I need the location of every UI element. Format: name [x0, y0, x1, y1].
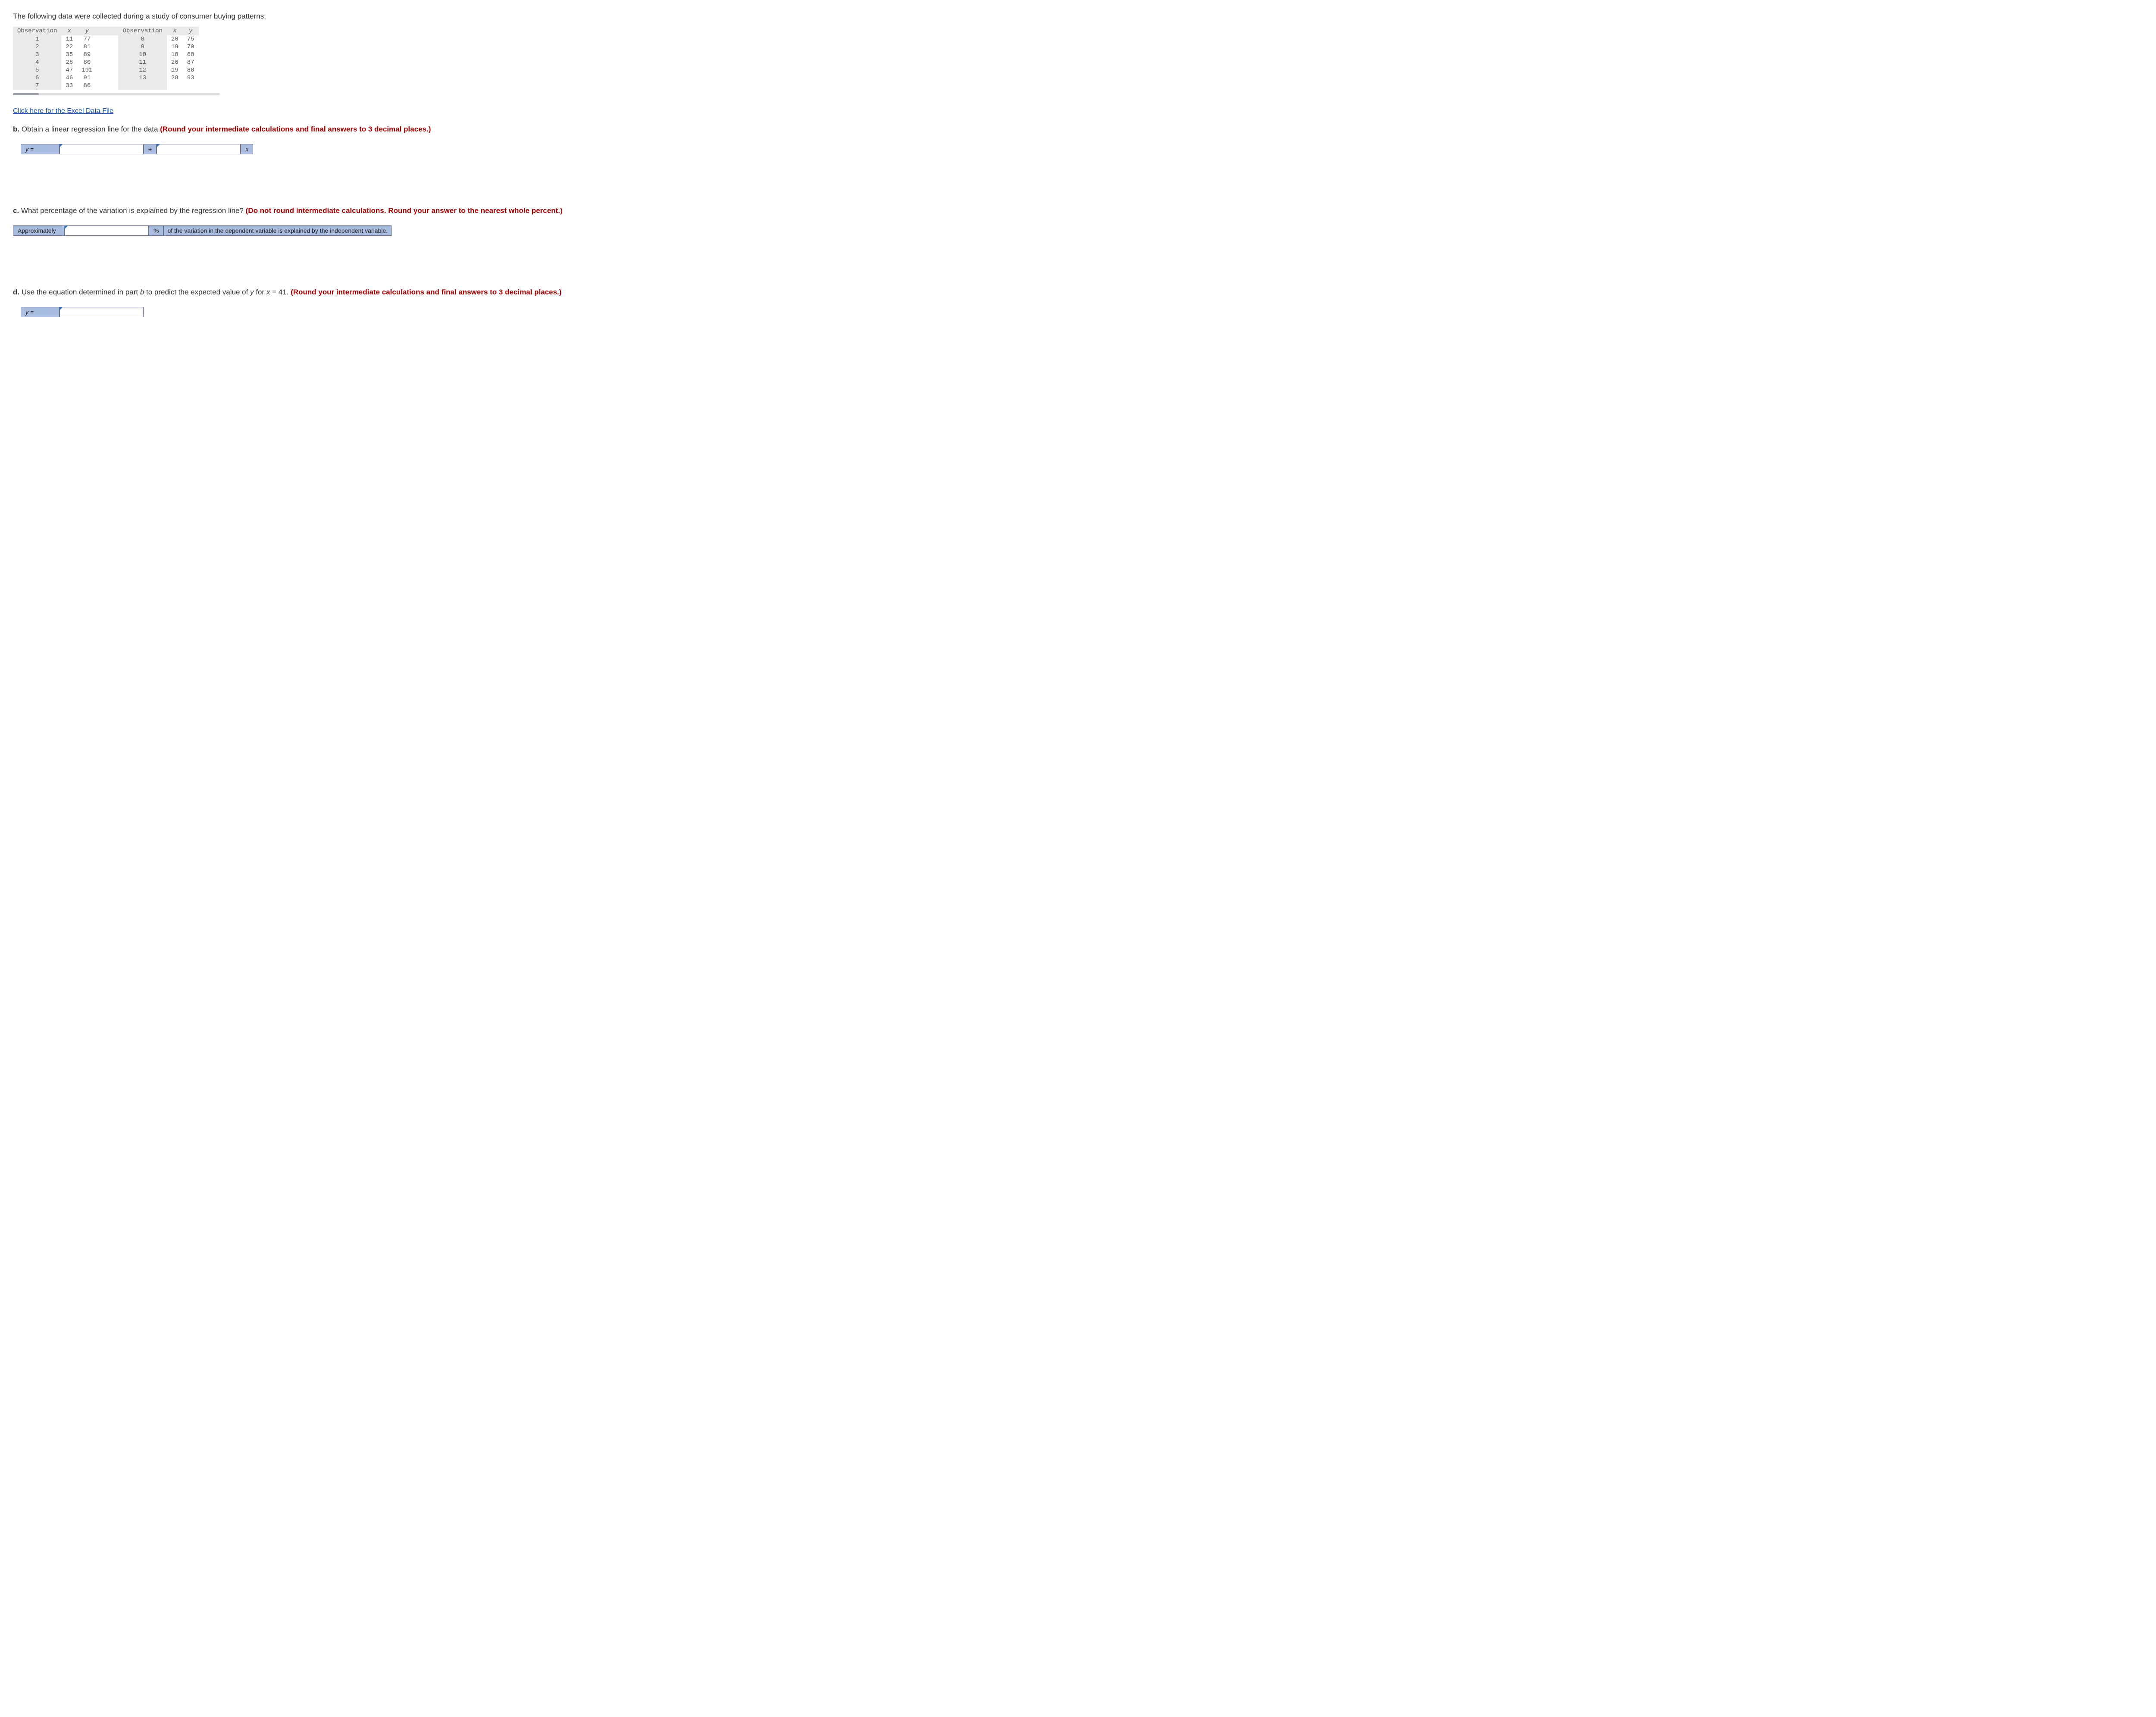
table-row: 1117782075 [13, 35, 199, 43]
obs-cell: 9 [118, 43, 166, 51]
col-header-obs-left: Observation [13, 27, 61, 35]
variation-explanation-text: of the variation in the dependent variab… [163, 225, 392, 236]
x-cell: 26 [167, 59, 183, 66]
y-cell: 93 [183, 74, 199, 82]
obs-cell [118, 82, 166, 90]
obs-cell: 3 [13, 51, 61, 59]
y-cell: 81 [77, 43, 97, 51]
part-c-answer-row: Approximately % of the variation in the … [13, 225, 2143, 236]
obs-cell: 12 [118, 66, 166, 74]
y-cell: 77 [77, 35, 97, 43]
col-header-obs-right: Observation [118, 27, 166, 35]
obs-cell: 7 [13, 82, 61, 90]
part-c-label: c. [13, 206, 19, 215]
percent-input-wrapper[interactable] [65, 225, 149, 236]
input-marker-icon [60, 144, 63, 147]
obs-cell: 11 [118, 59, 166, 66]
intercept-input[interactable] [60, 144, 143, 154]
table-row: 73386 [13, 82, 199, 90]
x-cell: 28 [61, 59, 77, 66]
part-d-question: d. Use the equation determined in part b… [13, 288, 2143, 297]
part-b-instruction: (Round your intermediate calculations an… [160, 125, 431, 133]
x-cell: 19 [167, 43, 183, 51]
y-cell: 86 [77, 82, 97, 90]
col-header-y-right: y [183, 27, 199, 35]
y-equals-label-d: y = [21, 307, 60, 317]
y-cell: 80 [77, 59, 97, 66]
predicted-y-input[interactable] [60, 307, 143, 317]
input-marker-icon [65, 225, 68, 229]
table-row: 42880 112687 [13, 59, 199, 66]
y-cell: 68 [183, 51, 199, 59]
part-b-label: b. [13, 125, 19, 133]
part-c-instruction: (Do not round intermediate calculations.… [246, 206, 563, 215]
obs-cell: 13 [118, 74, 166, 82]
approximately-label: Approximately [13, 225, 65, 236]
col-header-x-right: x [167, 27, 183, 35]
y-cell: 89 [77, 51, 97, 59]
y-cell: 88 [183, 66, 199, 74]
obs-cell: 5 [13, 66, 61, 74]
plus-label: + [144, 144, 157, 154]
input-marker-icon [157, 144, 160, 147]
y-cell: 91 [77, 74, 97, 82]
excel-data-file-link[interactable]: Click here for the Excel Data File [13, 107, 113, 115]
x-cell [167, 82, 183, 90]
y-cell [183, 82, 199, 90]
x-cell: 11 [61, 35, 77, 43]
obs-cell: 4 [13, 59, 61, 66]
observation-table: Observation x y Observation x y 11177820… [13, 27, 199, 90]
y-cell: 75 [183, 35, 199, 43]
slope-input[interactable] [157, 144, 240, 154]
part-d-label: d. [13, 288, 19, 296]
obs-cell: 8 [118, 35, 166, 43]
col-header-y-left: y [77, 27, 97, 35]
table-row: 64691 132893 [13, 74, 199, 82]
obs-cell: 2 [13, 43, 61, 51]
part-b-answer-row: y = + x [13, 144, 2143, 154]
part-d-instruction: (Round your intermediate calculations an… [291, 288, 561, 296]
x-label: x [241, 144, 253, 154]
x-cell: 35 [61, 51, 77, 59]
table-row: 33589 101868 [13, 51, 199, 59]
x-cell: 19 [167, 66, 183, 74]
x-cell: 20 [167, 35, 183, 43]
x-cell: 22 [61, 43, 77, 51]
col-header-x-left: x [61, 27, 77, 35]
table-scrollbar[interactable] [13, 93, 220, 95]
percent-sign-label: % [149, 225, 163, 236]
y-equals-label: y = [21, 144, 60, 154]
intercept-input-wrapper[interactable] [60, 144, 144, 154]
y-cell: 87 [183, 59, 199, 66]
predicted-y-input-wrapper[interactable] [60, 307, 144, 317]
obs-cell: 10 [118, 51, 166, 59]
obs-cell: 6 [13, 74, 61, 82]
part-d-answer-row: y = [13, 307, 2143, 317]
obs-cell: 1 [13, 35, 61, 43]
part-b-question: b. Obtain a linear regression line for t… [13, 125, 2143, 134]
table-row: 2228191970 [13, 43, 199, 51]
y-cell: 101 [77, 66, 97, 74]
slope-input-wrapper[interactable] [157, 144, 241, 154]
x-cell: 28 [167, 74, 183, 82]
table-row: 547101 121988 [13, 66, 199, 74]
intro-text: The following data were collected during… [13, 12, 2143, 21]
input-marker-icon [60, 307, 63, 310]
scrollbar-thumb[interactable] [13, 93, 39, 95]
x-cell: 18 [167, 51, 183, 59]
y-cell: 70 [183, 43, 199, 51]
x-cell: 47 [61, 66, 77, 74]
x-cell: 46 [61, 74, 77, 82]
percent-input[interactable] [65, 226, 148, 235]
part-c-question: c. What percentage of the variation is e… [13, 206, 2143, 216]
x-cell: 33 [61, 82, 77, 90]
